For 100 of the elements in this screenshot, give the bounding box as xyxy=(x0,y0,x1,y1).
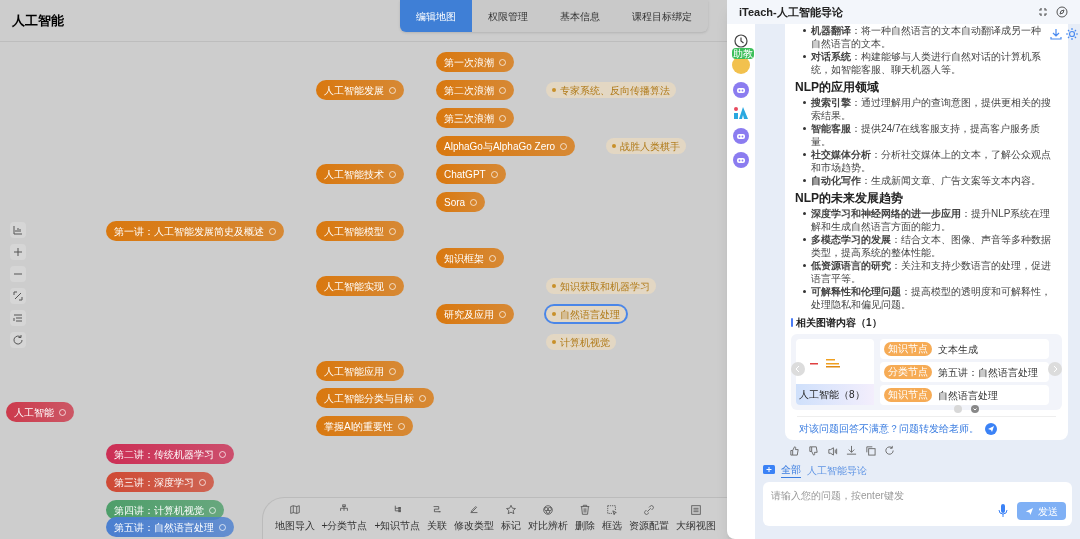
list-item-text: 自动化写作：生成新闻文章、广告文案等文本内容。 xyxy=(811,174,1041,187)
node-tag: 分类节点 xyxy=(884,365,932,379)
knowledge-node[interactable]: 自然语言处理 xyxy=(546,306,626,322)
toolbar-button[interactable]: 标记 xyxy=(501,504,522,533)
related-title: 相关图谱内容（1） xyxy=(796,316,882,330)
download-icon[interactable] xyxy=(846,445,857,456)
tab[interactable]: 课程目标绑定 xyxy=(616,0,708,32)
send-icon[interactable] xyxy=(985,422,997,435)
refresh-icon[interactable] xyxy=(884,445,895,456)
mind-map-node[interactable]: 第一讲：人工智能发展简史及概述 xyxy=(106,221,284,241)
star-icon xyxy=(505,504,518,516)
sun-icon[interactable] xyxy=(1066,28,1078,40)
microphone-icon[interactable] xyxy=(998,504,1008,518)
mind-map-node[interactable]: 第一次浪潮 xyxy=(436,52,514,72)
toolbar-button[interactable]: 资源配置 xyxy=(629,504,670,533)
knowledge-node[interactable]: 专家系统、反向传播算法 xyxy=(546,82,676,98)
list-item-text: 机器翻译：将一种自然语言的文本自动翻译成另一种自然语言的文本。 xyxy=(811,24,1042,50)
map-thumbnail[interactable]: 人工智能（8） xyxy=(796,339,874,405)
fit-icon[interactable] xyxy=(10,288,26,304)
bullet-icon xyxy=(803,264,806,267)
send-button[interactable]: 发送 xyxy=(1017,502,1066,520)
mind-map-node[interactable]: 人工智能发展 xyxy=(316,80,404,100)
knowledge-node[interactable]: 战胜人类棋手 xyxy=(606,138,686,154)
map-title: 人工智能（8） xyxy=(796,384,874,405)
mind-map-node[interactable]: 第三讲：深度学习 xyxy=(106,472,214,492)
toolbar-button[interactable]: +知识节点 xyxy=(374,504,421,533)
zoom-out-icon[interactable] xyxy=(10,266,26,282)
scope-tab[interactable]: 全部 xyxy=(781,462,801,478)
thumbs-down-icon[interactable] xyxy=(808,445,819,456)
bullet-icon xyxy=(803,153,806,156)
new-chat-icon[interactable] xyxy=(763,464,775,476)
clock-icon[interactable] xyxy=(734,34,748,48)
mind-map-node[interactable]: 人工智能模型 xyxy=(316,221,404,241)
bullet-icon xyxy=(803,55,806,58)
toolbar-button[interactable]: 修改类型 xyxy=(454,504,495,533)
node-label: 自然语言处理 xyxy=(938,388,998,403)
mind-map-node[interactable]: 第三次浪潮 xyxy=(436,108,514,128)
download-icon[interactable] xyxy=(1050,28,1062,40)
collapse-icon[interactable] xyxy=(1038,7,1048,17)
robot-icon[interactable] xyxy=(733,152,749,168)
toolbar-button[interactable]: 删除 xyxy=(575,504,596,533)
section-heading: NLP的未来发展趋势 xyxy=(794,190,904,207)
mind-map-node[interactable]: AlphaGo与AlphaGo Zero xyxy=(436,136,576,156)
panel-title: iTeach-人工智能导论 xyxy=(739,4,843,20)
mind-map-node[interactable]: ChatGPT xyxy=(436,164,506,184)
bullet-icon xyxy=(803,212,806,215)
refresh-icon[interactable] xyxy=(10,332,26,348)
mind-map-node[interactable]: 知识框架 xyxy=(436,248,504,268)
list-item-text: 智能客服：提供24/7在线客服支持，提高客户服务质量。 xyxy=(811,122,1042,148)
thumbs-up-icon[interactable] xyxy=(789,445,800,456)
knowledge-node[interactable]: 知识获取和机器学习 xyxy=(546,278,656,294)
mind-map-node[interactable]: 第二讲：传统机器学习 xyxy=(106,444,234,464)
mind-map-node[interactable]: 研究及应用 xyxy=(436,304,514,324)
question-input[interactable]: 请输入您的问题，按enter键发 发送 xyxy=(763,482,1072,526)
toolbar-button[interactable]: 大纲视图 xyxy=(676,504,717,533)
mind-map-node[interactable]: 人工智能实现 xyxy=(316,276,404,296)
circles-icon xyxy=(542,504,555,516)
mind-map-node[interactable]: 人工智能分类与目标 xyxy=(316,388,434,408)
map-icon xyxy=(288,504,301,516)
mind-map-node[interactable]: 第四讲：计算机视觉 xyxy=(106,500,224,520)
tab[interactable]: 编辑地图 xyxy=(400,0,472,32)
toolbar-button[interactable]: 框选 xyxy=(602,504,623,533)
mind-map-node[interactable]: 人工智能技术 xyxy=(316,164,404,184)
feedback-link[interactable]: 对该问题回答不满意？问题转发给老师。 xyxy=(799,421,979,436)
related-node-row[interactable]: 知识节点 自然语言处理 xyxy=(880,385,1049,405)
list-item-text: 多模态学习的发展：结合文本、图像、声音等多种数据类型，提高系统的整体性能。 xyxy=(811,233,1052,259)
node-tag: 知识节点 xyxy=(884,388,932,402)
knowledge-node[interactable]: 计算机视觉 xyxy=(546,334,616,350)
chart-icon[interactable] xyxy=(10,222,26,238)
toolbar-button[interactable]: +分类节点 xyxy=(321,504,368,533)
robot-icon[interactable] xyxy=(733,128,749,144)
related-node-row[interactable]: 分类节点 第五讲：自然语言处理 xyxy=(880,362,1049,382)
mind-map-node[interactable]: Sora xyxy=(436,192,486,212)
zoom-in-icon[interactable] xyxy=(10,244,26,260)
tab[interactable]: 基本信息 xyxy=(544,0,616,32)
mind-map-node[interactable]: 人工智能 xyxy=(6,402,74,422)
outline-icon xyxy=(690,504,703,516)
page-title: 人工智能 xyxy=(12,11,64,30)
robot-icon[interactable] xyxy=(733,82,749,98)
scroll-down-icon[interactable] xyxy=(971,405,979,413)
compass-icon[interactable] xyxy=(1056,6,1068,18)
mind-map-node[interactable]: 第二次浪潮 xyxy=(436,80,514,100)
toolbar-button[interactable]: 关联 xyxy=(427,504,448,533)
list-icon[interactable] xyxy=(10,310,26,326)
toolbar-button[interactable]: 对比辨析 xyxy=(528,504,569,533)
speaker-icon[interactable] xyxy=(827,445,838,456)
list-item-text: 低资源语言的研究：关注和支持少数语言的处理，促进语言平等。 xyxy=(811,259,1052,285)
mind-map-node[interactable]: 人工智能应用 xyxy=(316,361,404,381)
copy-icon[interactable] xyxy=(865,445,876,456)
tab[interactable]: 权限管理 xyxy=(472,0,544,32)
toolbar-button[interactable]: 地图导入 xyxy=(274,504,315,533)
bullet-icon xyxy=(803,238,806,241)
mind-map-node[interactable]: 掌握AI的重要性 xyxy=(316,416,414,436)
bullet-icon xyxy=(803,127,806,130)
related-node-row[interactable]: 知识节点 文本生成 xyxy=(880,339,1049,359)
list-item-text: 深度学习和神经网络的进一步应用：提升NLP系统在理解和生成自然语言方面的能力。 xyxy=(811,207,1052,233)
mini-map-drawing xyxy=(810,359,840,369)
mind-map-node[interactable]: 第五讲：自然语言处理 xyxy=(106,517,234,537)
scope-tab[interactable]: 人工智能导论 xyxy=(807,462,867,478)
logo-icon[interactable] xyxy=(733,106,749,120)
